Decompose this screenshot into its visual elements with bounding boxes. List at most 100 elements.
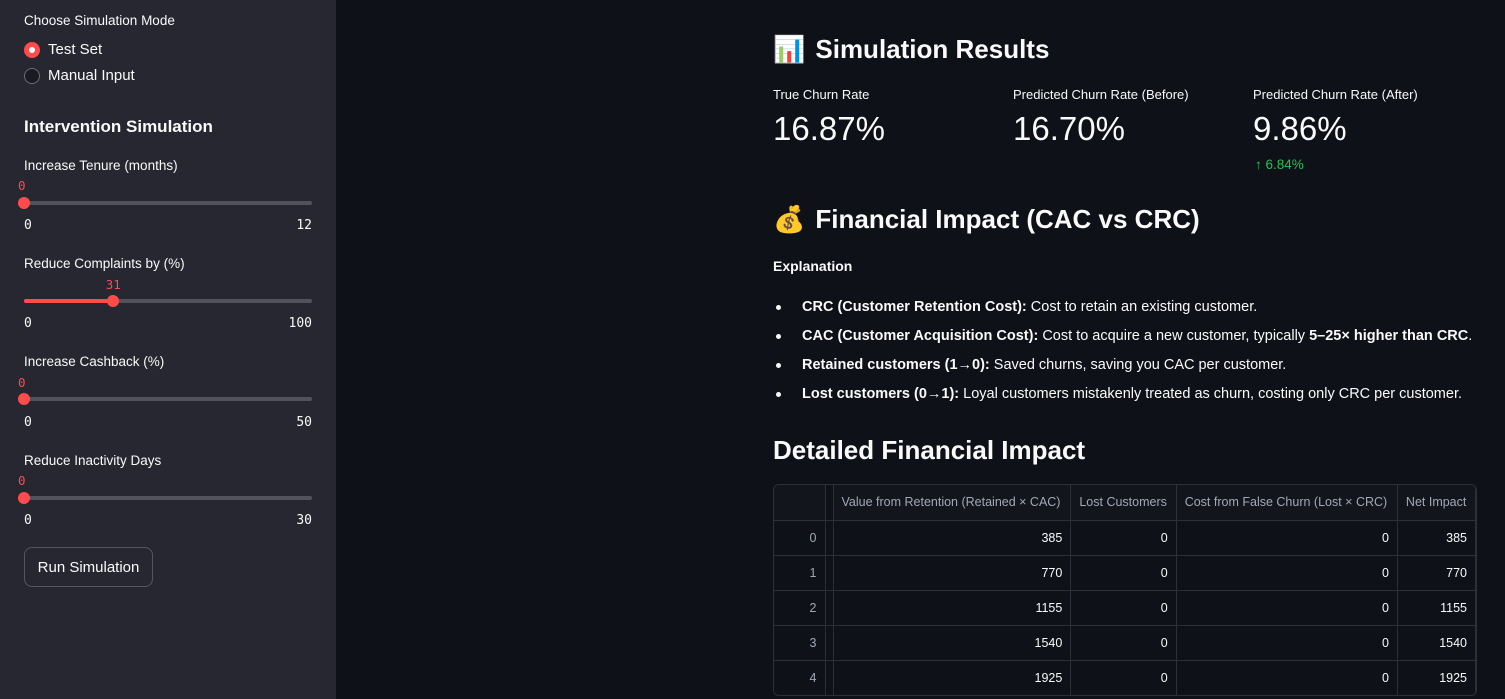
slider-fill bbox=[24, 299, 114, 303]
row-index[interactable]: 0 bbox=[774, 520, 826, 556]
table-row[interactable]: 3 1540 0 0 1540 bbox=[774, 625, 1476, 661]
column-gap bbox=[825, 590, 834, 626]
slider-label: Reduce Inactivity Days bbox=[24, 453, 162, 468]
table-row[interactable]: 4 1925 0 0 1925 bbox=[774, 660, 1476, 695]
row-index[interactable]: 1 bbox=[774, 555, 826, 591]
slider-thumb[interactable] bbox=[18, 393, 30, 405]
intervention-heading: Intervention Simulation bbox=[24, 117, 213, 136]
heading-text: Financial Impact (CAC vs CRC) bbox=[815, 204, 1200, 234]
metric-label: Predicted Churn Rate (Before) bbox=[1013, 87, 1189, 102]
simulation-results-heading: 📊 Simulation Results bbox=[773, 34, 1049, 65]
table-row[interactable]: 0 385 0 0 385 bbox=[774, 520, 1476, 556]
slider-thumb[interactable] bbox=[107, 295, 120, 307]
slider-max: 12 bbox=[296, 218, 312, 233]
tenure-slider[interactable] bbox=[18, 197, 312, 209]
table-cell[interactable]: 0 bbox=[1070, 555, 1177, 591]
table-cell[interactable]: 0 bbox=[1176, 590, 1398, 626]
slider-value: 0 bbox=[18, 473, 26, 488]
list-item: Retained customers (1→0): Saved churns, … bbox=[773, 355, 1483, 384]
money-bag-icon: 💰 bbox=[773, 204, 806, 234]
list-item: CAC (Customer Acquisition Cost): Cost to… bbox=[773, 326, 1483, 355]
sidebar: Choose Simulation Mode Test Set Manual I… bbox=[0, 0, 336, 699]
radio-manual-input[interactable]: Manual Input bbox=[24, 67, 135, 84]
table-cell[interactable]: 0 bbox=[1176, 625, 1398, 661]
table-cell[interactable]: 1155 bbox=[1397, 590, 1476, 626]
run-simulation-button[interactable]: Run Simulation bbox=[24, 547, 153, 587]
slider-min: 0 bbox=[24, 218, 32, 233]
row-index[interactable]: 3 bbox=[774, 625, 826, 661]
column-header[interactable]: Cost from False Churn (Lost × CRC) bbox=[1176, 485, 1398, 521]
slider-thumb[interactable] bbox=[18, 197, 30, 209]
table-cell[interactable]: 1540 bbox=[1397, 625, 1476, 661]
metric-value: 9.86% bbox=[1253, 110, 1347, 147]
metric-label: Predicted Churn Rate (After) bbox=[1253, 87, 1418, 102]
bar-chart-icon: 📊 bbox=[773, 34, 806, 64]
mode-label: Choose Simulation Mode bbox=[24, 13, 175, 28]
table-cell[interactable]: 770 bbox=[1397, 555, 1476, 591]
table-cell[interactable]: 0 bbox=[1176, 555, 1398, 591]
column-gap bbox=[825, 660, 834, 695]
list-item: Lost customers (0→1): Loyal customers mi… bbox=[773, 384, 1483, 413]
radio-label: Manual Input bbox=[48, 67, 135, 84]
column-gap bbox=[825, 555, 834, 591]
column-header[interactable]: Net Impact bbox=[1397, 485, 1476, 521]
explanation-list: CRC (Customer Retention Cost): Cost to r… bbox=[773, 297, 1483, 413]
inactivity-slider[interactable] bbox=[18, 492, 312, 504]
table-cell[interactable]: 1925 bbox=[1397, 660, 1476, 695]
financial-table[interactable]: Value from Retention (Retained × CAC) Lo… bbox=[773, 484, 1477, 696]
cashback-slider[interactable] bbox=[18, 393, 312, 405]
delta-value: 6.84% bbox=[1265, 157, 1304, 172]
detailed-impact-heading: Detailed Financial Impact bbox=[773, 435, 1086, 465]
table-cell[interactable]: 1155 bbox=[833, 590, 1072, 626]
row-index[interactable]: 4 bbox=[774, 660, 826, 695]
table-cell[interactable]: 0 bbox=[1176, 520, 1398, 556]
slider-min: 0 bbox=[24, 415, 32, 430]
column-header[interactable] bbox=[774, 485, 826, 521]
arrow-up-icon: ↑ bbox=[1255, 157, 1262, 172]
radio-label: Test Set bbox=[48, 41, 103, 58]
table-cell[interactable]: 385 bbox=[1397, 520, 1476, 556]
table-body: 0 385 0 0 385 1 770 0 0 770 2 1155 0 0 1155 3 1540 0 0 1540… bbox=[774, 520, 1476, 695]
slider-thumb[interactable] bbox=[18, 492, 30, 504]
explanation-title: Explanation bbox=[773, 258, 853, 274]
slider-max: 50 bbox=[296, 415, 312, 430]
column-header[interactable]: Lost Customers bbox=[1070, 485, 1177, 521]
list-item: CRC (Customer Retention Cost): Cost to r… bbox=[773, 297, 1483, 326]
metric-label: True Churn Rate bbox=[773, 87, 870, 102]
column-gap bbox=[825, 520, 834, 556]
slider-max: 30 bbox=[296, 513, 312, 528]
table-cell[interactable]: 385 bbox=[833, 520, 1072, 556]
slider-label: Increase Cashback (%) bbox=[24, 354, 165, 369]
table-cell[interactable]: 0 bbox=[1070, 660, 1177, 695]
slider-value: 0 bbox=[18, 178, 26, 193]
radio-selected-icon[interactable] bbox=[24, 41, 40, 58]
slider-value: 31 bbox=[105, 277, 121, 292]
table-row[interactable]: 2 1155 0 0 1155 bbox=[774, 590, 1476, 626]
column-gap bbox=[825, 625, 834, 661]
table-cell[interactable]: 0 bbox=[1070, 625, 1177, 661]
slider-min: 0 bbox=[24, 513, 32, 528]
metric-value: 16.87% bbox=[773, 110, 885, 147]
financial-impact-heading: 💰 Financial Impact (CAC vs CRC) bbox=[773, 204, 1200, 235]
table-row[interactable]: 1 770 0 0 770 bbox=[774, 555, 1476, 591]
metric-value: 16.70% bbox=[1013, 110, 1125, 147]
complaints-slider[interactable] bbox=[24, 295, 312, 307]
slider-value: 0 bbox=[18, 375, 26, 390]
table-cell[interactable]: 0 bbox=[1070, 590, 1177, 626]
table-cell[interactable]: 0 bbox=[1070, 520, 1177, 556]
column-header[interactable]: Value from Retention (Retained × CAC) bbox=[833, 485, 1072, 521]
column-gap bbox=[825, 485, 834, 521]
table-cell[interactable]: 1540 bbox=[833, 625, 1072, 661]
table-cell[interactable]: 0 bbox=[1176, 660, 1398, 695]
slider-min: 0 bbox=[24, 316, 32, 331]
main-content: 📊 Simulation Results True Churn Rate 16.… bbox=[773, 0, 1483, 699]
metric-delta: ↑ 6.84% bbox=[1255, 157, 1304, 172]
table-header: Value from Retention (Retained × CAC) Lo… bbox=[774, 485, 1476, 521]
slider-label: Reduce Complaints by (%) bbox=[24, 256, 185, 271]
row-index[interactable]: 2 bbox=[774, 590, 826, 626]
radio-unselected-icon[interactable] bbox=[24, 67, 40, 84]
radio-test-set[interactable]: Test Set bbox=[24, 41, 102, 58]
slider-label: Increase Tenure (months) bbox=[24, 158, 178, 173]
table-cell[interactable]: 1925 bbox=[833, 660, 1072, 695]
table-cell[interactable]: 770 bbox=[833, 555, 1072, 591]
